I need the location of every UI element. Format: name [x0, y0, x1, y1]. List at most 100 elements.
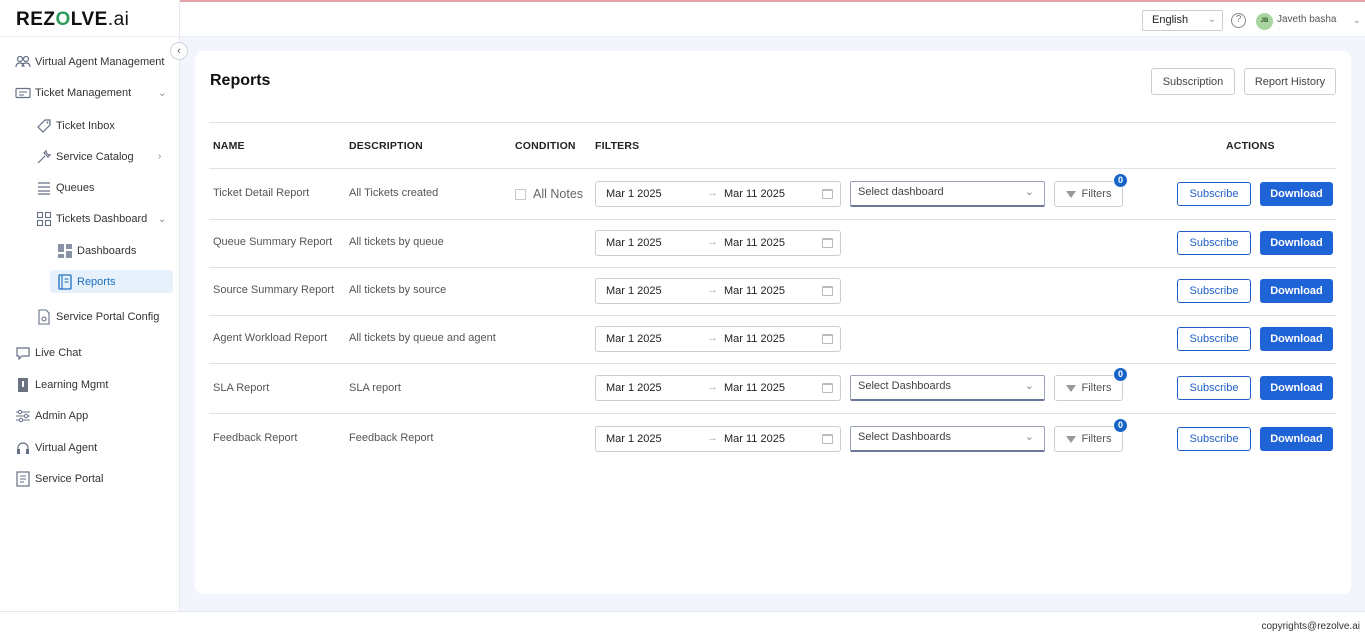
topbar: English ⌄ ? JB Javeth basha ⌄ — [180, 0, 1365, 37]
sidebar-item-virtual-agent[interactable]: Virtual Agent — [15, 440, 97, 456]
filters-button[interactable]: Filters — [1054, 426, 1123, 452]
sidebar-item-label: Tickets Dashboard — [56, 213, 148, 225]
report-name: Ticket Detail Report — [213, 187, 310, 199]
end-date[interactable]: Mar 11 2025 — [724, 382, 785, 394]
end-date[interactable]: Mar 11 2025 — [724, 237, 785, 249]
arrow-right-icon: → — [707, 187, 718, 199]
help-icon[interactable]: ? — [1231, 13, 1246, 28]
ticket-icon — [15, 85, 31, 101]
filter-icon — [1065, 190, 1076, 198]
sidebar-item-label: Service Portal Config — [56, 311, 160, 323]
sidebar-item-virtual-agent-management[interactable]: Virtual Agent Management — [15, 54, 164, 70]
calendar-icon[interactable] — [822, 334, 833, 344]
filters-label: Filters — [1081, 433, 1112, 445]
user-name[interactable]: Javeth basha — [1277, 14, 1337, 25]
sidebar-item-ticket-inbox[interactable]: Ticket Inbox — [36, 118, 115, 134]
end-date[interactable]: Mar 11 2025 — [724, 188, 785, 200]
sidebar-item-ticket-management[interactable]: Ticket Management — [15, 85, 131, 101]
chevron-down-icon[interactable]: ⌄ — [158, 88, 166, 99]
column-header-condition: CONDITION — [515, 140, 576, 152]
sidebar-item-label: Admin App — [35, 410, 89, 422]
download-button[interactable]: Download — [1260, 279, 1333, 303]
calendar-icon[interactable] — [822, 434, 833, 444]
brand-logo[interactable]: REZOLVE.ai — [16, 9, 129, 31]
end-date[interactable]: Mar 11 2025 — [724, 285, 785, 297]
date-range-picker[interactable]: Mar 1 2025 → Mar 11 2025 — [595, 426, 841, 452]
sidebar-item-service-portal[interactable]: Service Portal — [15, 471, 103, 487]
date-range-picker[interactable]: Mar 1 2025 → Mar 11 2025 — [595, 230, 841, 256]
subscribe-button[interactable]: Subscribe — [1177, 327, 1251, 351]
filters-button[interactable]: Filters — [1054, 375, 1123, 401]
download-button[interactable]: Download — [1260, 376, 1333, 400]
sidebar-item-reports[interactable]: Reports — [57, 274, 116, 290]
select-placeholder: Select dashboard — [858, 186, 944, 198]
sidebar-item-label: Virtual Agent Management — [35, 56, 165, 68]
end-date[interactable]: Mar 11 2025 — [724, 433, 785, 445]
calendar-icon[interactable] — [822, 189, 833, 199]
chevron-down-icon[interactable]: ⌄ — [158, 214, 166, 225]
sidebar-item-label: Live Chat — [35, 347, 82, 359]
calendar-icon[interactable] — [822, 383, 833, 393]
subscribe-button[interactable]: Subscribe — [1177, 279, 1251, 303]
calendar-icon[interactable] — [822, 286, 833, 296]
table-header-divider — [209, 168, 1336, 169]
download-button[interactable]: Download — [1260, 231, 1333, 255]
sidebar-item-live-chat[interactable]: Live Chat — [15, 345, 81, 361]
dashboard-select[interactable]: Select dashboard ⌄ — [850, 181, 1045, 207]
download-button[interactable]: Download — [1260, 327, 1333, 351]
calendar-icon[interactable] — [822, 238, 833, 248]
start-date[interactable]: Mar 1 2025 — [606, 285, 662, 297]
sidebar-item-learning-mgmt[interactable]: Learning Mgmt — [15, 377, 108, 393]
filters-button[interactable]: Filters — [1054, 181, 1123, 207]
grid-icon — [36, 211, 52, 227]
download-button[interactable]: Download — [1260, 182, 1333, 206]
download-button[interactable]: Download — [1260, 427, 1333, 451]
subscribe-button[interactable]: Subscribe — [1177, 427, 1251, 451]
collapse-sidebar-button[interactable]: ‹ — [170, 42, 188, 60]
start-date[interactable]: Mar 1 2025 — [606, 188, 662, 200]
report-description: All Tickets created — [349, 187, 439, 199]
sidebar-item-service-catalog[interactable]: Service Catalog — [36, 149, 134, 165]
language-select[interactable]: English ⌄ — [1142, 10, 1223, 31]
sidebar-item-queues[interactable]: Queues — [36, 180, 95, 196]
subscribe-button[interactable]: Subscribe — [1177, 182, 1251, 206]
sidebar-item-dashboards[interactable]: Dashboards — [57, 243, 136, 259]
report-history-button[interactable]: Report History — [1244, 68, 1336, 95]
footer: copyrights@rezolve.ai — [0, 611, 1365, 644]
condition-checkbox[interactable]: All Notes — [515, 187, 583, 201]
sidebar-item-tickets-dashboard[interactable]: Tickets Dashboard — [36, 211, 147, 227]
row-divider — [209, 363, 1336, 364]
start-date[interactable]: Mar 1 2025 — [606, 382, 662, 394]
dashboard-select[interactable]: Select Dashboards ⌄ — [850, 375, 1045, 401]
date-range-picker[interactable]: Mar 1 2025 → Mar 11 2025 — [595, 326, 841, 352]
checkbox[interactable] — [515, 188, 526, 200]
chevron-down-icon[interactable]: ⌄ — [1353, 15, 1361, 26]
table-top-divider — [209, 122, 1336, 123]
start-date[interactable]: Mar 1 2025 — [606, 333, 662, 345]
report-name: Queue Summary Report — [213, 236, 333, 248]
subscribe-button[interactable]: Subscribe — [1177, 231, 1251, 255]
start-date[interactable]: Mar 1 2025 — [606, 433, 662, 445]
sidebar-item-admin-app[interactable]: Admin App — [15, 408, 88, 424]
chevron-right-icon[interactable]: › — [158, 151, 161, 162]
column-header-filters: FILTERS — [595, 140, 640, 152]
chevron-down-icon: ⌄ — [1207, 14, 1216, 25]
wrench-icon — [36, 149, 52, 165]
avatar[interactable]: JB — [1256, 13, 1273, 30]
subscription-button[interactable]: Subscription — [1151, 68, 1235, 95]
end-date[interactable]: Mar 11 2025 — [724, 333, 785, 345]
date-range-picker[interactable]: Mar 1 2025 → Mar 11 2025 — [595, 181, 841, 207]
chevron-down-icon: ⌄ — [1024, 380, 1034, 392]
select-placeholder: Select Dashboards — [858, 431, 951, 443]
report-description: All tickets by source — [349, 284, 447, 296]
book-icon — [15, 377, 31, 393]
start-date[interactable]: Mar 1 2025 — [606, 237, 662, 249]
dashboard-select[interactable]: Select Dashboards ⌄ — [850, 426, 1045, 452]
subscribe-button[interactable]: Subscribe — [1177, 376, 1251, 400]
date-range-picker[interactable]: Mar 1 2025 → Mar 11 2025 — [595, 278, 841, 304]
sidebar: REZOLVE.ai Virtual Agent Management Tick… — [0, 0, 180, 611]
sidebar-item-label: Service Catalog — [56, 151, 134, 163]
report-description: Feedback Report — [349, 432, 434, 444]
date-range-picker[interactable]: Mar 1 2025 → Mar 11 2025 — [595, 375, 841, 401]
sidebar-item-service-portal-config[interactable]: Service Portal Config — [36, 309, 159, 325]
